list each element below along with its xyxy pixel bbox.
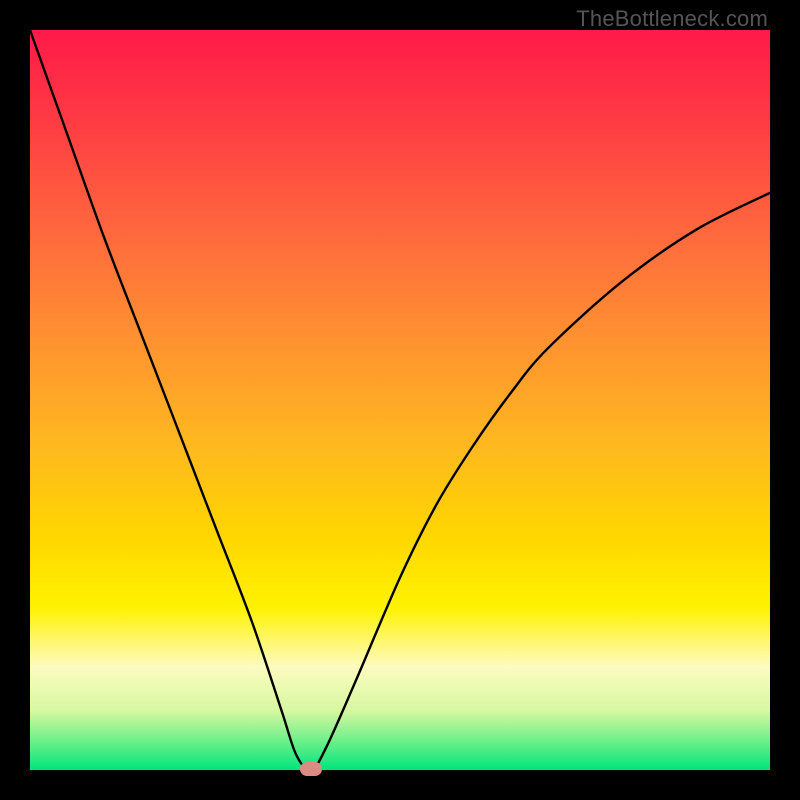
chart-frame: TheBottleneck.com	[0, 0, 800, 800]
bottleneck-curve	[30, 30, 770, 770]
watermark-text: TheBottleneck.com	[576, 6, 768, 32]
optimum-marker	[300, 762, 322, 776]
plot-area	[30, 30, 770, 770]
